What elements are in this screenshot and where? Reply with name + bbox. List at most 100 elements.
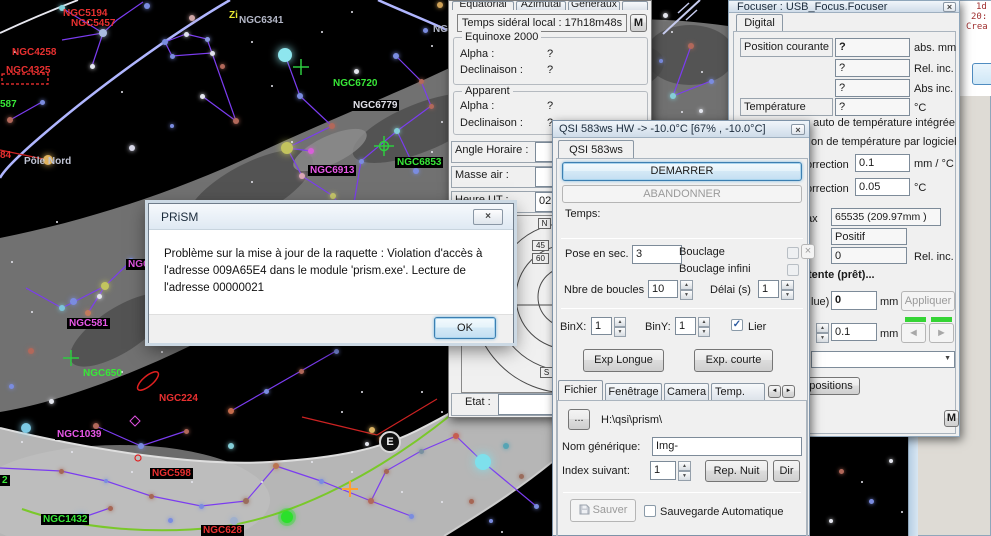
tab-fichier-label: Fichier xyxy=(564,384,597,396)
spin-up-icon[interactable]: ▲ xyxy=(781,280,794,290)
positions-dropdown[interactable]: ▼ xyxy=(811,351,955,368)
delai-field[interactable]: 1 xyxy=(758,280,779,298)
masse-air-label: Masse air : xyxy=(455,169,509,181)
temperature-label: Température xyxy=(740,98,833,116)
equinoxe-2000-group: Equinoxe 2000 Alpha : ? Declinaison : ? xyxy=(453,37,648,85)
tab-generaux[interactable]: Généraux xyxy=(568,1,620,10)
etat-field[interactable] xyxy=(498,394,560,415)
lier-label: Lier xyxy=(748,321,766,333)
binx-spinner[interactable]: ▲ ▼ xyxy=(614,317,626,335)
spin-up-icon[interactable]: ▲ xyxy=(698,317,710,327)
nbre-boucles-spinner[interactable]: ▲ ▼ xyxy=(680,280,693,298)
spin-down-icon[interactable]: ▼ xyxy=(698,327,710,337)
demarrer-button[interactable]: DEMARRER xyxy=(562,162,802,181)
bouclage-checkbox[interactable] xyxy=(787,247,799,259)
chevron-down-icon[interactable]: ▼ xyxy=(944,355,951,362)
sauvegarde-auto-checkbox[interactable] xyxy=(644,505,656,517)
sauver-button[interactable]: Sauver xyxy=(570,499,636,522)
correction-2-field[interactable]: 0.05 xyxy=(855,178,910,196)
biny-spinner[interactable]: ▲ ▼ xyxy=(698,317,710,335)
move-in-button[interactable]: ◄ xyxy=(901,323,926,343)
correction-1-field[interactable]: 0.1 xyxy=(855,154,910,172)
step-field[interactable]: 0.1 xyxy=(831,323,877,341)
tab-stub[interactable] xyxy=(622,1,648,10)
step-spinner[interactable]: ▲ ▼ xyxy=(816,323,829,342)
object-label: NGC6779 xyxy=(351,100,399,111)
console-button-fragment[interactable] xyxy=(972,63,991,85)
green-indicator-left xyxy=(905,317,926,322)
tab-scroll-right-button[interactable]: ► xyxy=(782,385,795,398)
goto-unit: mm xyxy=(880,296,898,308)
spin-up-icon[interactable]: ▲ xyxy=(614,317,626,327)
correction-1-label: orrection xyxy=(806,159,849,171)
spin-up-icon[interactable]: ▲ xyxy=(816,323,829,333)
object-label: 587 xyxy=(0,99,17,110)
abandonner-button[interactable]: ABANDONNER xyxy=(562,185,802,203)
m-button[interactable]: M xyxy=(630,14,647,32)
object-label: Pôle Nord xyxy=(24,156,71,167)
relinc-unit: Rel. inc. xyxy=(914,251,954,263)
tab-scroll-left-button[interactable]: ◄ xyxy=(768,385,781,398)
error-dialog-titlebar[interactable]: PRiSM × xyxy=(149,204,513,230)
spin-down-icon[interactable]: ▼ xyxy=(816,333,829,343)
object-label: NGC4258 xyxy=(12,47,56,58)
tab-equatorial[interactable]: Equatorial xyxy=(452,1,514,10)
biny-field[interactable]: 1 xyxy=(675,317,696,335)
focuser-titlebar[interactable]: Focuser : USB_Focus.Focuser × xyxy=(729,1,959,13)
tab-temp-ccd[interactable]: Temp. CCI xyxy=(711,383,765,400)
tab-fichier[interactable]: Fichier xyxy=(558,380,603,400)
goto-field[interactable]: 0 xyxy=(831,291,877,310)
rep-nuit-button[interactable]: Rep. Nuit xyxy=(705,460,768,482)
correction-1-unit: mm / °C xyxy=(914,158,954,170)
goto-label: lue) xyxy=(811,296,829,308)
object-label: 84 xyxy=(0,150,11,161)
stop-loop-button[interactable]: × xyxy=(801,244,815,259)
tab-equatorial-label: Equatorial xyxy=(459,1,506,10)
spin-down-icon[interactable]: ▼ xyxy=(678,471,691,481)
spin-down-icon[interactable]: ▼ xyxy=(781,290,794,300)
tab-camera[interactable]: Camera xyxy=(664,383,709,400)
qsi-title: QSI 583ws HW -> -10.0°C [67% , -10.0°C] xyxy=(559,123,766,135)
alpha-label: Alpha : xyxy=(460,48,494,60)
spin-up-icon[interactable]: ▲ xyxy=(680,280,693,290)
focuser-m-button[interactable]: M xyxy=(944,410,959,427)
object-label: NGC6913 xyxy=(308,165,356,176)
delai-spinner[interactable]: ▲ ▼ xyxy=(781,280,794,298)
appliquer-button[interactable]: Appliquer xyxy=(901,291,955,311)
close-icon[interactable]: × xyxy=(943,2,956,12)
ok-button[interactable]: OK xyxy=(434,317,496,339)
exp-longue-button[interactable]: Exp Longue xyxy=(583,349,664,372)
tab-qsi-hw-label: QSI 583ws HW xyxy=(569,144,623,159)
spin-up-icon[interactable]: ▲ xyxy=(678,461,691,471)
temperature-value: ? xyxy=(835,98,910,116)
index-suivant-field[interactable]: 1 xyxy=(650,461,676,480)
nbre-boucles-field[interactable]: 10 xyxy=(648,280,678,298)
temps-label: Temps: xyxy=(565,208,600,220)
nom-generique-field[interactable]: Img- xyxy=(652,437,802,456)
tab-fenetrage[interactable]: Fenêtrage xyxy=(605,383,662,400)
alpha-value: ? xyxy=(547,100,553,112)
binx-field[interactable]: 1 xyxy=(591,317,612,335)
index-suivant-spinner[interactable]: ▲ ▼ xyxy=(678,461,691,480)
tab-digital[interactable]: Digital xyxy=(736,14,783,32)
spin-down-icon[interactable]: ▼ xyxy=(680,290,693,300)
bouclage-infini-checkbox[interactable] xyxy=(787,264,799,276)
close-icon[interactable]: × xyxy=(791,124,805,135)
lier-checkbox[interactable]: ✓ xyxy=(731,319,743,331)
move-out-button[interactable]: ► xyxy=(929,323,954,343)
close-icon[interactable]: × xyxy=(473,209,503,225)
object-label: NGC1039 xyxy=(55,429,103,440)
positions-button[interactable]: positions xyxy=(802,377,860,395)
tab-qsi-hw[interactable]: QSI 583ws HW xyxy=(558,140,634,159)
spin-down-icon[interactable]: ▼ xyxy=(614,327,626,337)
tab-generaux-label: Généraux xyxy=(571,1,617,10)
direction-value: Positif xyxy=(831,228,907,245)
path-text: H:\qsi\prism\ xyxy=(601,414,662,426)
dir-button[interactable]: Dir xyxy=(773,460,800,482)
compass-east-marker: E xyxy=(379,431,401,453)
tab-azimutal[interactable]: Azimutal xyxy=(516,1,566,10)
browse-button[interactable]: ... xyxy=(568,409,590,430)
exp-courte-button[interactable]: Exp. courte xyxy=(694,349,773,372)
pose-field[interactable]: 3 xyxy=(632,245,682,264)
qsi-titlebar[interactable]: QSI 583ws HW -> -10.0°C [67% , -10.0°C] … xyxy=(553,121,809,138)
